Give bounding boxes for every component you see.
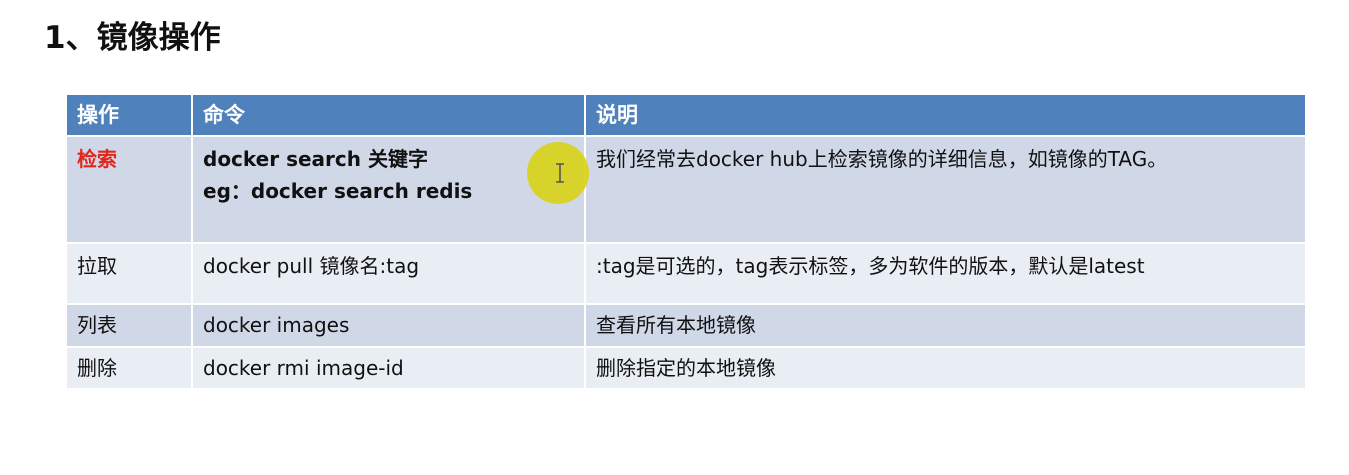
header-command: 命令 (192, 95, 586, 137)
header-operation: 操作 (67, 95, 193, 137)
operation-cell: 拉取 (67, 243, 193, 304)
table-header-row: 操作 命令 说明 (67, 95, 1305, 137)
operation-cell: 检索 (67, 136, 193, 243)
table-row: 拉取 docker pull 镜像名:tag :tag是可选的，tag表示标签，… (67, 243, 1305, 304)
table-row: 列表 docker images 查看所有本地镜像 (67, 304, 1305, 347)
description-cell: 删除指定的本地镜像 (596, 356, 776, 380)
operation-cell: 删除 (67, 347, 193, 389)
operation-cell: 列表 (67, 304, 193, 347)
command-example: eg：docker search redis (203, 179, 473, 203)
command-line: docker search 关键字 (203, 147, 428, 171)
command-cell: docker search 关键字 eg：docker search redis (192, 136, 586, 243)
command-cell: docker images (192, 304, 586, 347)
command-cell: docker pull 镜像名:tag (192, 243, 586, 304)
text-cursor-icon (556, 163, 564, 183)
docker-image-commands-table: 操作 命令 说明 检索 docker search 关键字 eg：docker … (67, 95, 1305, 390)
description-cell: 查看所有本地镜像 (596, 313, 756, 337)
table-row: 检索 docker search 关键字 eg：docker search re… (67, 136, 1305, 243)
description-cell: 我们经常去docker hub上检索镜像的详细信息，如镜像的TAG。 (596, 147, 1168, 171)
page-title: 1、镜像操作 (44, 20, 221, 56)
header-description: 说明 (585, 95, 1305, 137)
table-row: 删除 docker rmi image-id 删除指定的本地镜像 (67, 347, 1305, 389)
description-cell: :tag是可选的，tag表示标签，多为软件的版本，默认是latest (596, 254, 1145, 278)
command-cell: docker rmi image-id (192, 347, 586, 389)
operation-label-search: 检索 (77, 147, 117, 171)
